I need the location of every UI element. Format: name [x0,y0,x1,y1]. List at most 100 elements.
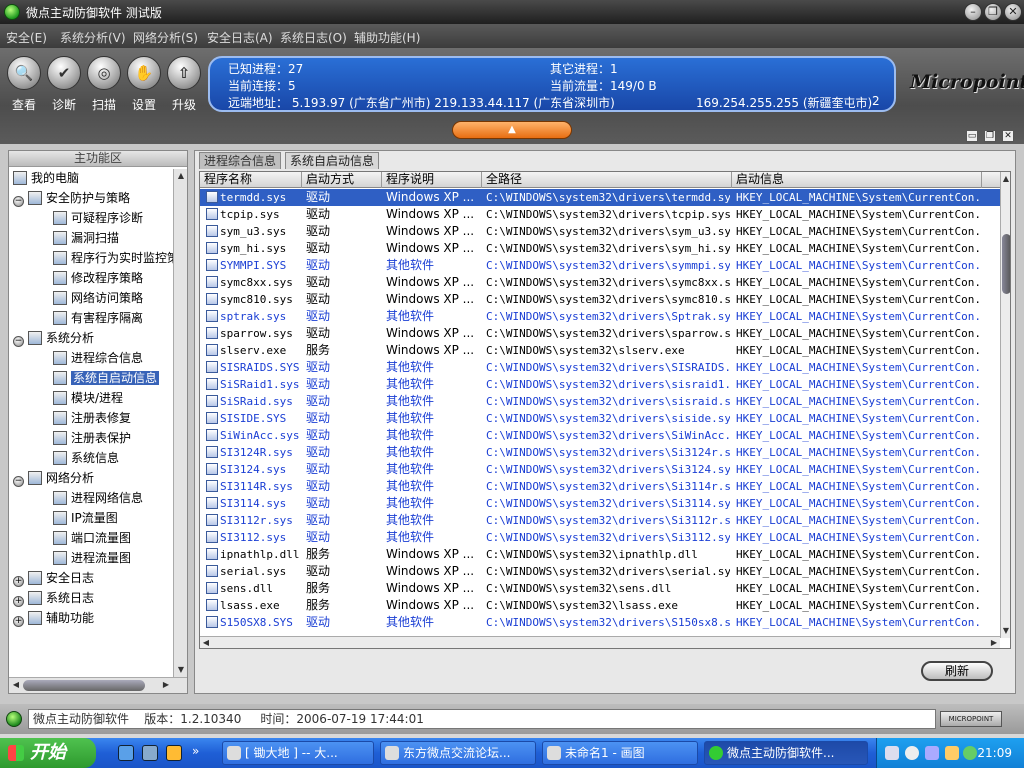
table-row[interactable]: lsass.exe 服务 Windows XP ... C:\WINDOWS\syst… [200,597,1000,614]
scroll-thumb[interactable] [23,680,145,691]
tray-keyboard-icon[interactable] [885,746,899,760]
tree-item[interactable]: 模块/进程 [53,389,123,407]
tree-item[interactable]: 程序行为实时监控策 [53,249,173,267]
scroll-up-icon[interactable]: ▲ [1000,172,1010,186]
scroll-up-icon[interactable]: ▲ [174,169,188,183]
column-startup-info[interactable]: 启动信息 [732,172,982,188]
tree-item[interactable]: IP流量图 [53,509,118,527]
tree-item[interactable]: 系统信息 [53,449,119,467]
scroll-down-icon[interactable]: ▼ [1000,624,1010,638]
restore-button[interactable]: ❐ [984,3,1002,21]
scroll-right-icon[interactable]: ▶ [159,678,173,692]
collapse-icon[interactable]: − [13,336,24,347]
tree-item[interactable]: 进程网络信息 [53,489,143,507]
tree-item[interactable]: 注册表修复 [53,409,131,427]
collapse-icon[interactable]: − [13,476,24,487]
menu-security-log[interactable]: 安全日志(A) [207,29,273,46]
tree-item[interactable]: − 安全防护与策略 [13,189,130,207]
menu-system-analysis[interactable]: 系统分析(V) [60,29,126,46]
table-horizontal-scrollbar[interactable]: ◀ ▶ [200,636,1000,648]
diagnose-button[interactable]: ✔ 诊断 [44,56,84,113]
quicklaunch-more-icon[interactable]: » [192,744,199,758]
column-full-path[interactable]: 全路径 [482,172,732,188]
scroll-left-icon[interactable]: ◀ [9,678,23,692]
table-row[interactable]: tcpip.sys 驱动 Windows XP ... C:\WINDOWS\syst… [200,206,1000,223]
table-row[interactable]: symc810.sys 驱动 Windows XP ... C:\WINDOWS\sy… [200,291,1000,308]
scroll-down-icon[interactable]: ▼ [174,663,188,677]
minimize-button[interactable]: – [964,3,982,21]
close-button[interactable]: ✕ [1004,3,1022,21]
panel-restore-button[interactable]: ❐ [984,130,996,142]
taskbar-item-paint[interactable]: 未命名1 - 画图 [542,741,698,765]
refresh-button[interactable]: 刷新 [921,661,993,681]
tree-item[interactable]: + 系统日志 [13,589,94,607]
table-row[interactable]: sens.dll 服务 Windows XP ... C:\WINDOWS\syste… [200,580,1000,597]
table-row[interactable]: SiWinAcc.sys 驱动 其他软件 C:\WINDOWS\system32\dr… [200,427,1000,444]
column-description[interactable]: 程序说明 [382,172,482,188]
upgrade-button[interactable]: ⇧ 升级 [164,56,204,113]
tree-item[interactable]: 系统自启动信息 [53,369,160,387]
table-row[interactable]: SI3124.sys 驱动 其他软件 C:\WINDOWS\system32\driv… [200,461,1000,478]
taskbar-item-forum[interactable]: 东方微点交流论坛... [380,741,536,765]
panel-close-button[interactable]: ✕ [1002,130,1014,142]
tree-item[interactable]: − 网络分析 [13,469,94,487]
tree-item[interactable]: 网络访问策略 [53,289,143,307]
table-row[interactable]: SISIDE.SYS 驱动 其他软件 C:\WINDOWS\system32\driv… [200,410,1000,427]
menu-network-analysis[interactable]: 网络分析(S) [133,29,198,46]
menu-security[interactable]: 安全(E) [6,29,47,46]
table-row[interactable]: SiSRaid1.sys 驱动 其他软件 C:\WINDOWS\system32\dr… [200,376,1000,393]
scroll-thumb[interactable] [1002,234,1010,294]
table-row[interactable]: sym_hi.sys 驱动 Windows XP ... C:\WINDOWS\sys… [200,240,1000,257]
table-row[interactable]: SiSRaid.sys 驱动 其他软件 C:\WINDOWS\system32\dri… [200,393,1000,410]
table-row[interactable]: slserv.exe 服务 Windows XP ... C:\WINDOWS\sys… [200,342,1000,359]
scan-button[interactable]: ◎ 扫描 [84,56,124,113]
panel-minimize-button[interactable]: ▭ [966,130,978,142]
tray-volume-icon[interactable] [945,746,959,760]
tray-expand-icon[interactable] [905,746,919,760]
tray-micropoint-icon[interactable] [963,746,977,760]
table-row[interactable]: SYMMPI.SYS 驱动 其他软件 C:\WINDOWS\system32\driv… [200,257,1000,274]
expand-icon[interactable]: + [13,576,24,587]
tab-startup-info[interactable]: 系统自启动信息 [285,152,380,169]
tree-horizontal-scrollbar[interactable]: ◀ ▶ [9,677,187,693]
collapse-toolbar-button[interactable]: ▲ [452,121,572,139]
table-row[interactable]: sym_u3.sys 驱动 Windows XP ... C:\WINDOWS\sys… [200,223,1000,240]
table-row[interactable]: sparrow.sys 驱动 Windows XP ... C:\WINDOWS\sy… [200,325,1000,342]
tree-item[interactable]: 我的电脑 [13,169,79,187]
expand-icon[interactable]: + [13,596,24,607]
scroll-right-icon[interactable]: ▶ [988,636,1000,648]
tree-item[interactable]: 注册表保护 [53,429,131,447]
view-button[interactable]: 🔍 查看 [4,56,44,113]
table-row[interactable]: termdd.sys 驱动 Windows XP ... C:\WINDOWS\sys… [200,189,1000,206]
scroll-left-icon[interactable]: ◀ [200,636,212,648]
table-row[interactable]: SI3114R.sys 驱动 其他软件 C:\WINDOWS\system32\dri… [200,478,1000,495]
tree-item[interactable]: 有害程序隔离 [53,309,143,327]
tree-vertical-scrollbar[interactable]: ▲ ▼ [173,169,187,677]
tree-item[interactable]: 端口流量图 [53,529,131,547]
tree-item[interactable]: 可疑程序诊断 [53,209,143,227]
tray-network-icon[interactable] [925,746,939,760]
table-row[interactable]: S150SX8.SYS 驱动 其他软件 C:\WINDOWS\system32\dri… [200,614,1000,629]
tree-item[interactable]: − 系统分析 [13,329,94,347]
table-row[interactable]: symc8xx.sys 驱动 Windows XP ... C:\WINDOWS\sy… [200,274,1000,291]
tree-item[interactable]: 漏洞扫描 [53,229,119,247]
taskbar-item-game[interactable]: [ 锄大地 ] -- 大... [222,741,374,765]
table-row[interactable]: SISRAIDS.SYS 驱动 其他软件 C:\WINDOWS\system32\dr… [200,359,1000,376]
menu-system-log[interactable]: 系统日志(O) [280,29,347,46]
quicklaunch-desktop-icon[interactable] [142,745,158,761]
column-program-name[interactable]: 程序名称 [200,172,302,188]
table-row[interactable]: SI3124R.sys 驱动 其他软件 C:\WINDOWS\system32\dri… [200,444,1000,461]
tab-process-info[interactable]: 进程综合信息 [199,152,282,169]
tree-item[interactable]: 进程流量图 [53,549,131,567]
table-row[interactable]: serial.sys 驱动 Windows XP ... C:\WINDOWS\sys… [200,563,1000,580]
start-button[interactable]: 开始 [0,738,96,768]
table-row[interactable]: ipnathlp.dll 服务 Windows XP ... C:\WINDOWS\s… [200,546,1000,563]
tree-item[interactable]: 进程综合信息 [53,349,143,367]
settings-button[interactable]: ✋ 设置 [124,56,164,113]
expand-icon[interactable]: + [13,616,24,627]
column-start-mode[interactable]: 启动方式 [302,172,382,188]
table-row[interactable]: SI3112.sys 驱动 其他软件 C:\WINDOWS\system32\driv… [200,529,1000,546]
table-row[interactable]: SI3112r.sys 驱动 其他软件 C:\WINDOWS\system32\dri… [200,512,1000,529]
table-row[interactable]: sptrak.sys 驱动 其他软件 C:\WINDOWS\system32\driv… [200,308,1000,325]
quicklaunch-ie-icon[interactable] [118,745,134,761]
